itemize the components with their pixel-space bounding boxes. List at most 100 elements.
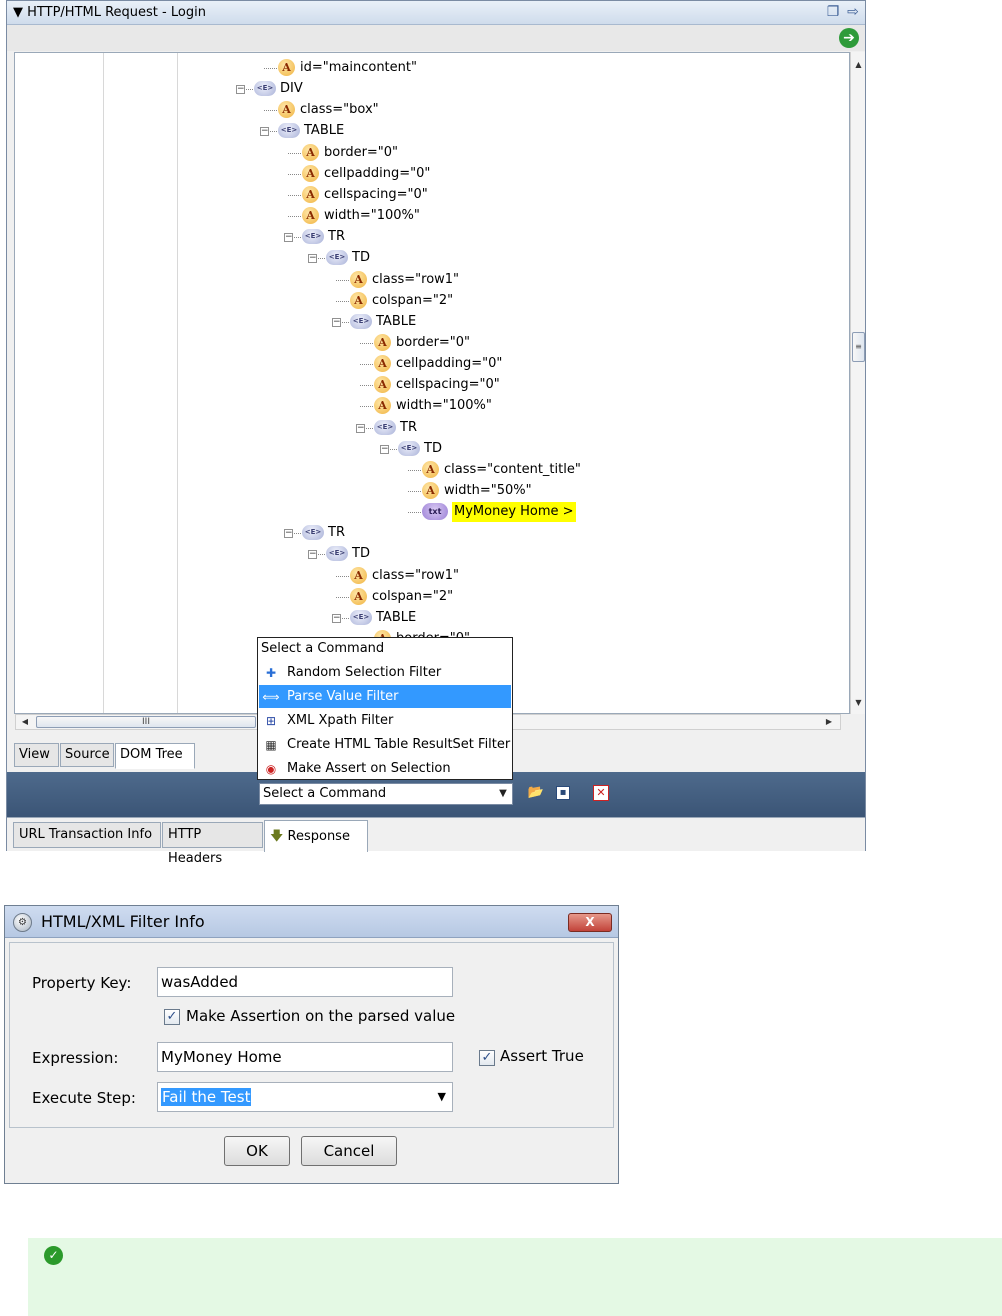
scroll-up-icon[interactable]: ▲ xyxy=(851,58,866,72)
attribute-icon: A xyxy=(350,587,367,605)
ok-button[interactable]: OK xyxy=(224,1136,290,1166)
tree-node-label: TR xyxy=(328,525,345,541)
attribute-icon: A xyxy=(302,164,319,182)
success-banner: ✓ xyxy=(28,1238,1002,1316)
tree-node-label: TABLE xyxy=(376,609,417,625)
menu-item-parse-value-filter[interactable]: ⟺ Parse Value Filter xyxy=(259,685,511,708)
menu-item-make-assert[interactable]: ◉ Make Assert on Selection xyxy=(259,757,511,780)
chevron-down-icon[interactable]: ▼ xyxy=(438,1083,446,1111)
tree-node-label: TD xyxy=(424,440,442,456)
tree-node-label: class="content_title" xyxy=(444,461,581,477)
collapse-icon[interactable]: − xyxy=(284,233,293,243)
assert-true-checkbox[interactable]: ✓ xyxy=(479,1050,495,1066)
tree-connector xyxy=(336,279,349,281)
collapse-icon[interactable]: − xyxy=(308,254,317,264)
scroll-down-icon[interactable]: ▼ xyxy=(851,696,866,710)
tree-connector xyxy=(336,575,349,577)
tree-node-label: TD xyxy=(352,250,370,266)
collapse-icon[interactable]: − xyxy=(356,423,365,433)
tree-connector xyxy=(264,68,277,69)
tree-node-label: class="box" xyxy=(300,102,379,118)
collapse-icon[interactable]: − xyxy=(236,85,245,95)
chevron-down-icon[interactable]: ▼ xyxy=(496,786,510,802)
main-tabs: URL Transaction Info HTTP Headers 🡇 Resp… xyxy=(7,817,865,866)
dom-tree[interactable]: Aid="maincontent" − <E> DIV Aclass="box" − <E>… xyxy=(14,52,850,714)
scroll-grip: III xyxy=(142,717,150,727)
menu-header[interactable]: Select a Command xyxy=(261,641,384,656)
collapse-icon[interactable]: − xyxy=(380,444,389,454)
vertical-scroll-thumb[interactable]: ≡ xyxy=(852,332,865,362)
tab-url-transaction-info[interactable]: URL Transaction Info xyxy=(13,822,161,848)
vertical-scrollbar[interactable]: ▲ ≡ ▼ xyxy=(850,52,865,714)
tab-http-headers[interactable]: HTTP Headers xyxy=(162,822,263,866)
tree-connector xyxy=(366,427,373,429)
cancel-button[interactable]: Cancel xyxy=(301,1136,397,1166)
menu-item-create-table-filter[interactable]: ▦ Create HTML Table ResultSet Filter xyxy=(259,733,511,756)
dialog-title: HTML/XML Filter Info xyxy=(41,912,205,931)
attribute-icon: A xyxy=(422,460,439,478)
collapse-icon[interactable]: − xyxy=(332,613,341,623)
tab-source[interactable]: Source xyxy=(60,743,114,767)
tab-view[interactable]: View xyxy=(14,743,59,767)
tab-label: Response xyxy=(287,829,350,844)
attribute-icon: A xyxy=(374,376,391,394)
attribute-icon: A xyxy=(374,355,391,373)
collapse-icon[interactable]: − xyxy=(332,317,341,327)
tree-node-label: TABLE xyxy=(376,313,417,329)
tree-connector xyxy=(264,110,277,112)
attribute-icon: A xyxy=(278,101,295,119)
attribute-icon: A xyxy=(422,482,439,499)
go-icon[interactable]: ➔ xyxy=(839,28,859,48)
ok-label: OK xyxy=(246,1142,268,1160)
tree-connector xyxy=(294,533,301,535)
tree-node-label: cellspacing="0" xyxy=(396,377,500,393)
tree-node-label: DIV xyxy=(280,81,303,97)
attribute-icon: A xyxy=(374,397,391,415)
save-icon[interactable]: ▪ xyxy=(556,786,570,800)
panel-toolbar xyxy=(7,25,865,51)
scroll-right-icon[interactable]: ▶ xyxy=(822,715,836,729)
property-key-field[interactable]: wasAdded xyxy=(157,967,453,997)
element-icon: <E> xyxy=(350,313,372,329)
tree-node-label: width="50%" xyxy=(444,483,532,498)
menu-item-xml-xpath-filter[interactable]: ⊞ XML Xpath Filter xyxy=(259,709,511,732)
delete-icon[interactable]: ✕ xyxy=(593,785,609,801)
attribute-icon: A xyxy=(302,207,319,225)
horizontal-scroll-thumb[interactable]: III xyxy=(36,716,256,728)
tree-node-label: class="row1" xyxy=(372,567,460,583)
restore-icon[interactable]: ❐ xyxy=(825,4,841,20)
attribute-icon: A xyxy=(278,59,295,76)
element-icon: <E> xyxy=(350,609,372,625)
command-select[interactable]: Select a Command ▼ xyxy=(259,783,513,805)
arrow-right-icon[interactable]: ⇨ xyxy=(845,4,861,20)
dialog-title-bar[interactable]: ⚙ HTML/XML Filter Info X xyxy=(5,906,618,938)
tab-label: HTTP Headers xyxy=(168,827,223,866)
collapse-icon[interactable]: − xyxy=(260,127,269,137)
collapse-icon[interactable]: − xyxy=(308,550,317,560)
tab-label: DOM Tree xyxy=(120,747,183,762)
menu-item-random-selection-filter[interactable]: ✚ Random Selection Filter xyxy=(259,661,511,684)
open-folder-icon[interactable]: 📂 xyxy=(527,784,545,802)
scroll-left-icon[interactable]: ◀ xyxy=(18,715,32,729)
tree-node-label: MyMoney Home > xyxy=(452,502,576,523)
close-button[interactable]: X xyxy=(568,913,612,932)
panel-title[interactable]: ▼ HTTP/HTML Request - Login xyxy=(13,5,206,20)
menu-item-label: Parse Value Filter xyxy=(287,689,399,704)
tree-connector xyxy=(342,321,349,323)
tab-dom-tree[interactable]: DOM Tree xyxy=(115,743,195,769)
tree-node-label: TABLE xyxy=(304,123,345,139)
make-assertion-checkbox[interactable]: ✓ xyxy=(164,1009,180,1025)
tab-response[interactable]: 🡇 Response xyxy=(264,820,368,852)
command-menu: Select a Command ✚ Random Selection Filt… xyxy=(257,637,513,780)
execute-step-select[interactable]: Fail the Test ▼ xyxy=(157,1082,453,1112)
collapse-icon[interactable]: − xyxy=(284,529,293,539)
execute-step-value: Fail the Test xyxy=(161,1088,252,1106)
element-icon: <E> xyxy=(326,546,348,562)
expression-field[interactable]: MyMoney Home xyxy=(157,1042,453,1072)
tree-connector xyxy=(408,491,421,492)
tree-node-label: width="100%" xyxy=(324,208,420,224)
attribute-icon: A xyxy=(302,143,319,161)
panel-title-text: HTTP/HTML Request - Login xyxy=(27,5,206,20)
panel-header: ▼ HTTP/HTML Request - Login ❐ ⇨ xyxy=(7,1,865,25)
property-key-value: wasAdded xyxy=(161,973,239,991)
